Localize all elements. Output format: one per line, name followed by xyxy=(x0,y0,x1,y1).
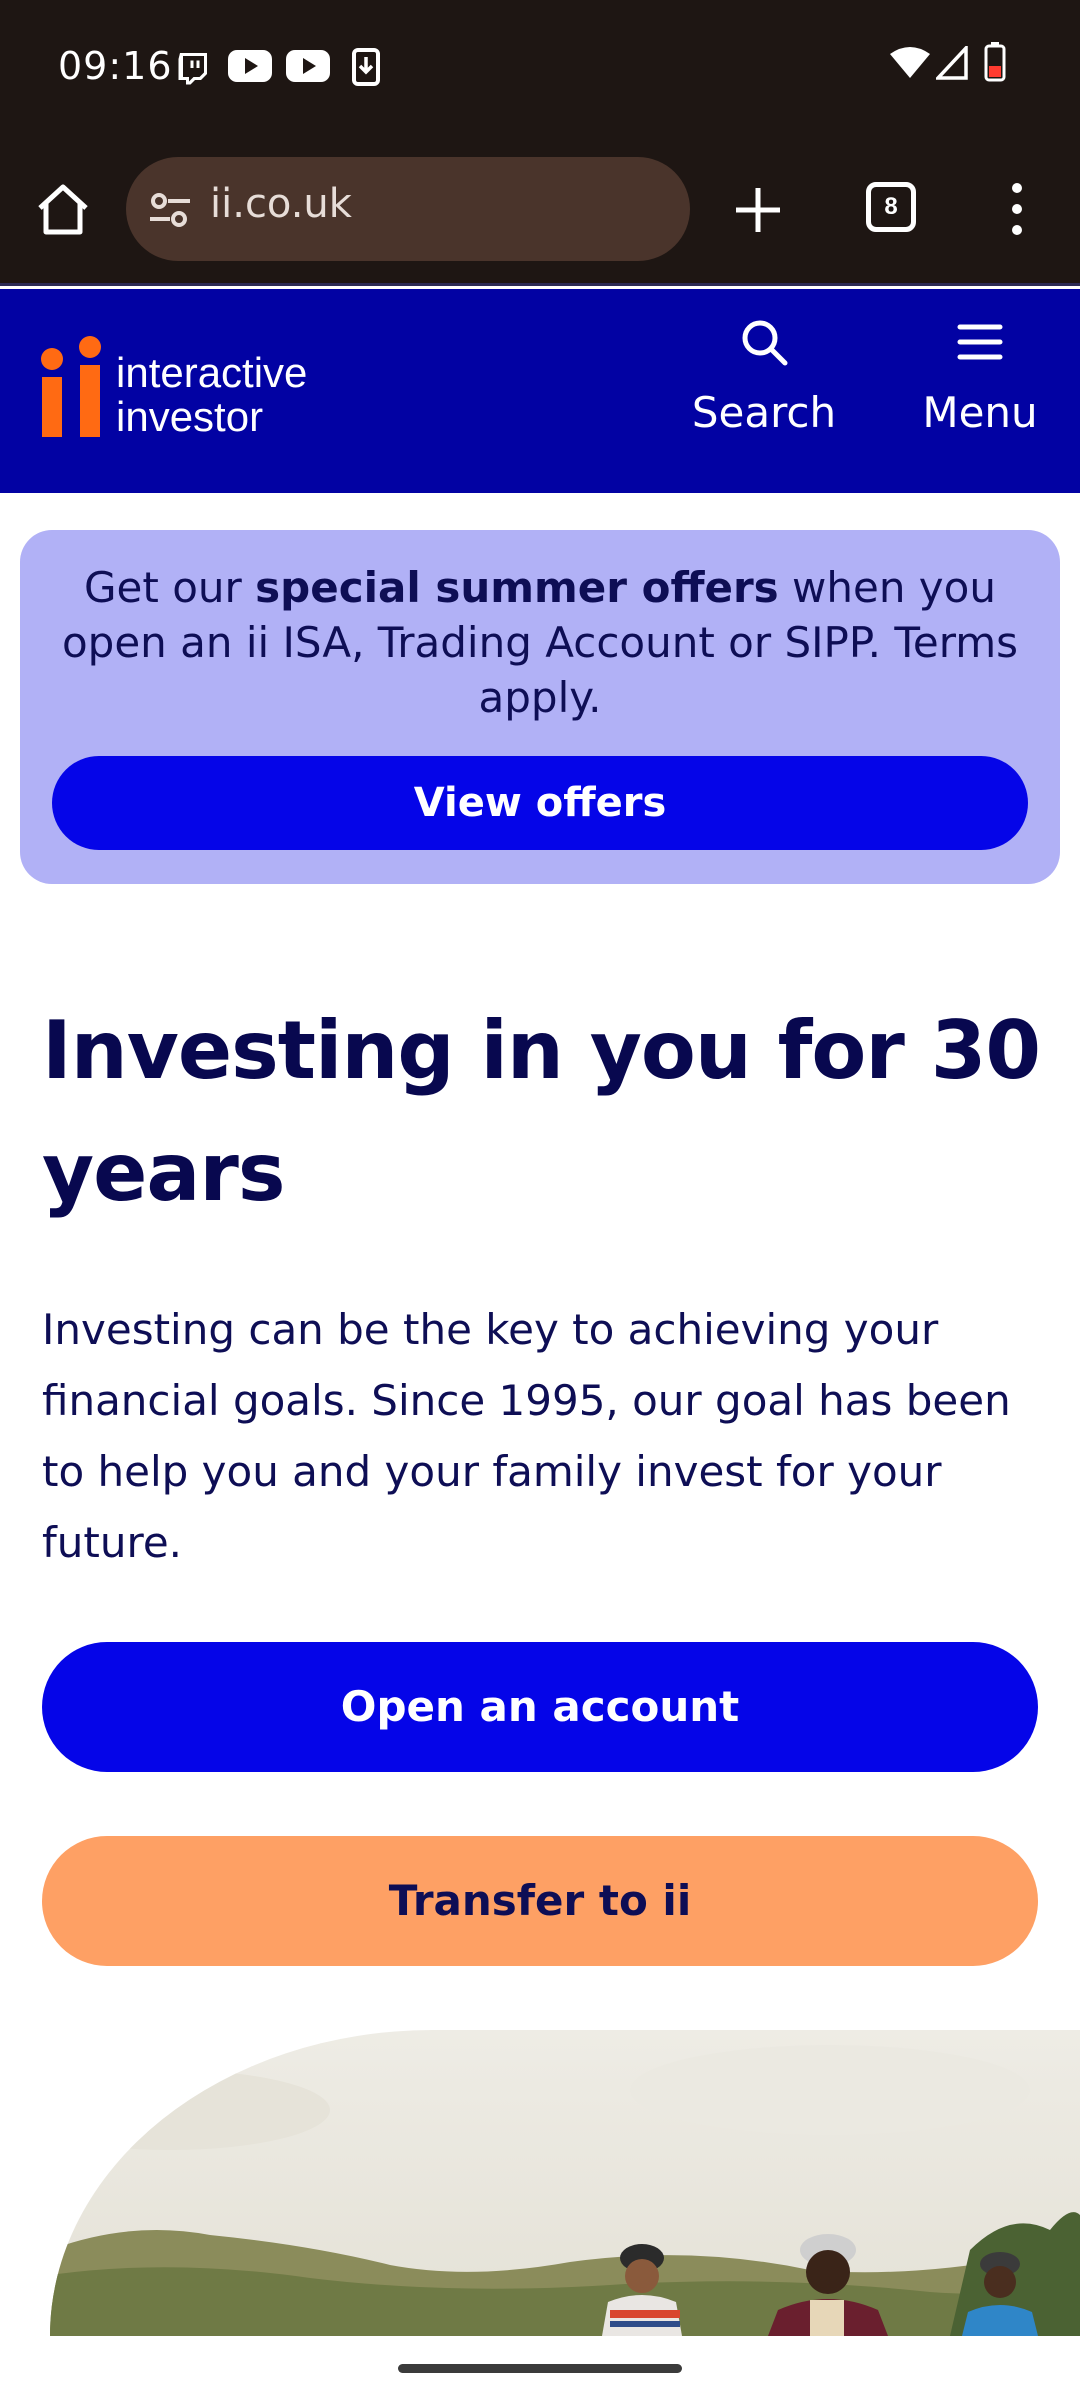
menu-button[interactable]: Menu xyxy=(910,317,1050,437)
browser-toolbar: ii.co.uk 8 xyxy=(0,140,1080,286)
hamburger-icon xyxy=(957,324,1003,360)
search-icon xyxy=(742,320,788,366)
promo-text-highlight: special summer offers xyxy=(255,563,779,612)
search-button[interactable]: Search xyxy=(688,317,840,437)
home-icon xyxy=(38,184,88,235)
menu-label: Menu xyxy=(922,388,1038,437)
signal-icon xyxy=(933,43,968,85)
promo-banner: Get our special summer offers when you o… xyxy=(20,530,1060,884)
status-time: 09:16 xyxy=(58,44,173,88)
wifi-icon xyxy=(890,46,930,85)
youtube-icon xyxy=(228,50,272,87)
site-header: interactive investor Search Menu xyxy=(0,289,1080,493)
hero-photo-cyclists xyxy=(50,2030,1080,2336)
ii-logo-icon[interactable] xyxy=(40,335,106,450)
tab-switcher-button[interactable]: 8 xyxy=(866,182,916,232)
plus-icon xyxy=(736,188,780,232)
new-tab-button[interactable] xyxy=(730,182,786,238)
promo-text-start: Get our xyxy=(84,563,256,612)
status-bar: 09:16 xyxy=(0,0,1080,140)
page-title: Investing in you for 30 years xyxy=(42,1004,1041,1219)
youtube-icon xyxy=(286,50,330,87)
twitch-icon xyxy=(174,50,210,91)
search-label: Search xyxy=(691,388,837,437)
open-account-button[interactable]: Open an account xyxy=(42,1642,1038,1772)
url-bar[interactable]: ii.co.uk xyxy=(126,157,690,261)
hero-description: Investing can be the key to achieving yo… xyxy=(42,1305,1011,1567)
more-options-button[interactable] xyxy=(1000,178,1034,240)
logo-text[interactable]: interactive investor xyxy=(116,351,307,439)
battery-icon xyxy=(984,42,1006,87)
download-icon xyxy=(352,48,380,91)
url-text: ii.co.uk xyxy=(210,181,352,227)
site-settings-icon[interactable] xyxy=(148,191,192,234)
promo-text: Get our special summer offers when you o… xyxy=(50,560,1030,725)
transfer-button[interactable]: Transfer to ii xyxy=(42,1836,1038,1966)
kebab-menu-icon xyxy=(1012,183,1022,235)
gesture-navigation-bar[interactable] xyxy=(398,2364,682,2373)
home-button[interactable] xyxy=(34,180,92,238)
view-offers-button[interactable]: View offers xyxy=(52,756,1028,850)
logo-line-1: interactive xyxy=(116,349,308,396)
logo-line-2: investor xyxy=(116,393,264,440)
